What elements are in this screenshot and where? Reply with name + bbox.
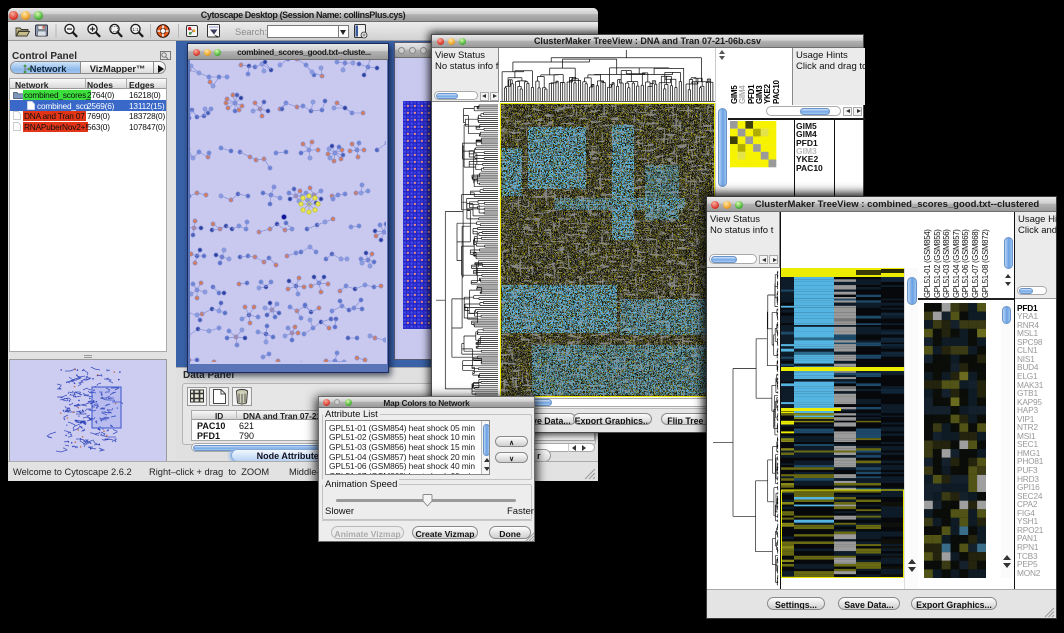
svg-text:1:1: 1:1 (132, 27, 139, 32)
